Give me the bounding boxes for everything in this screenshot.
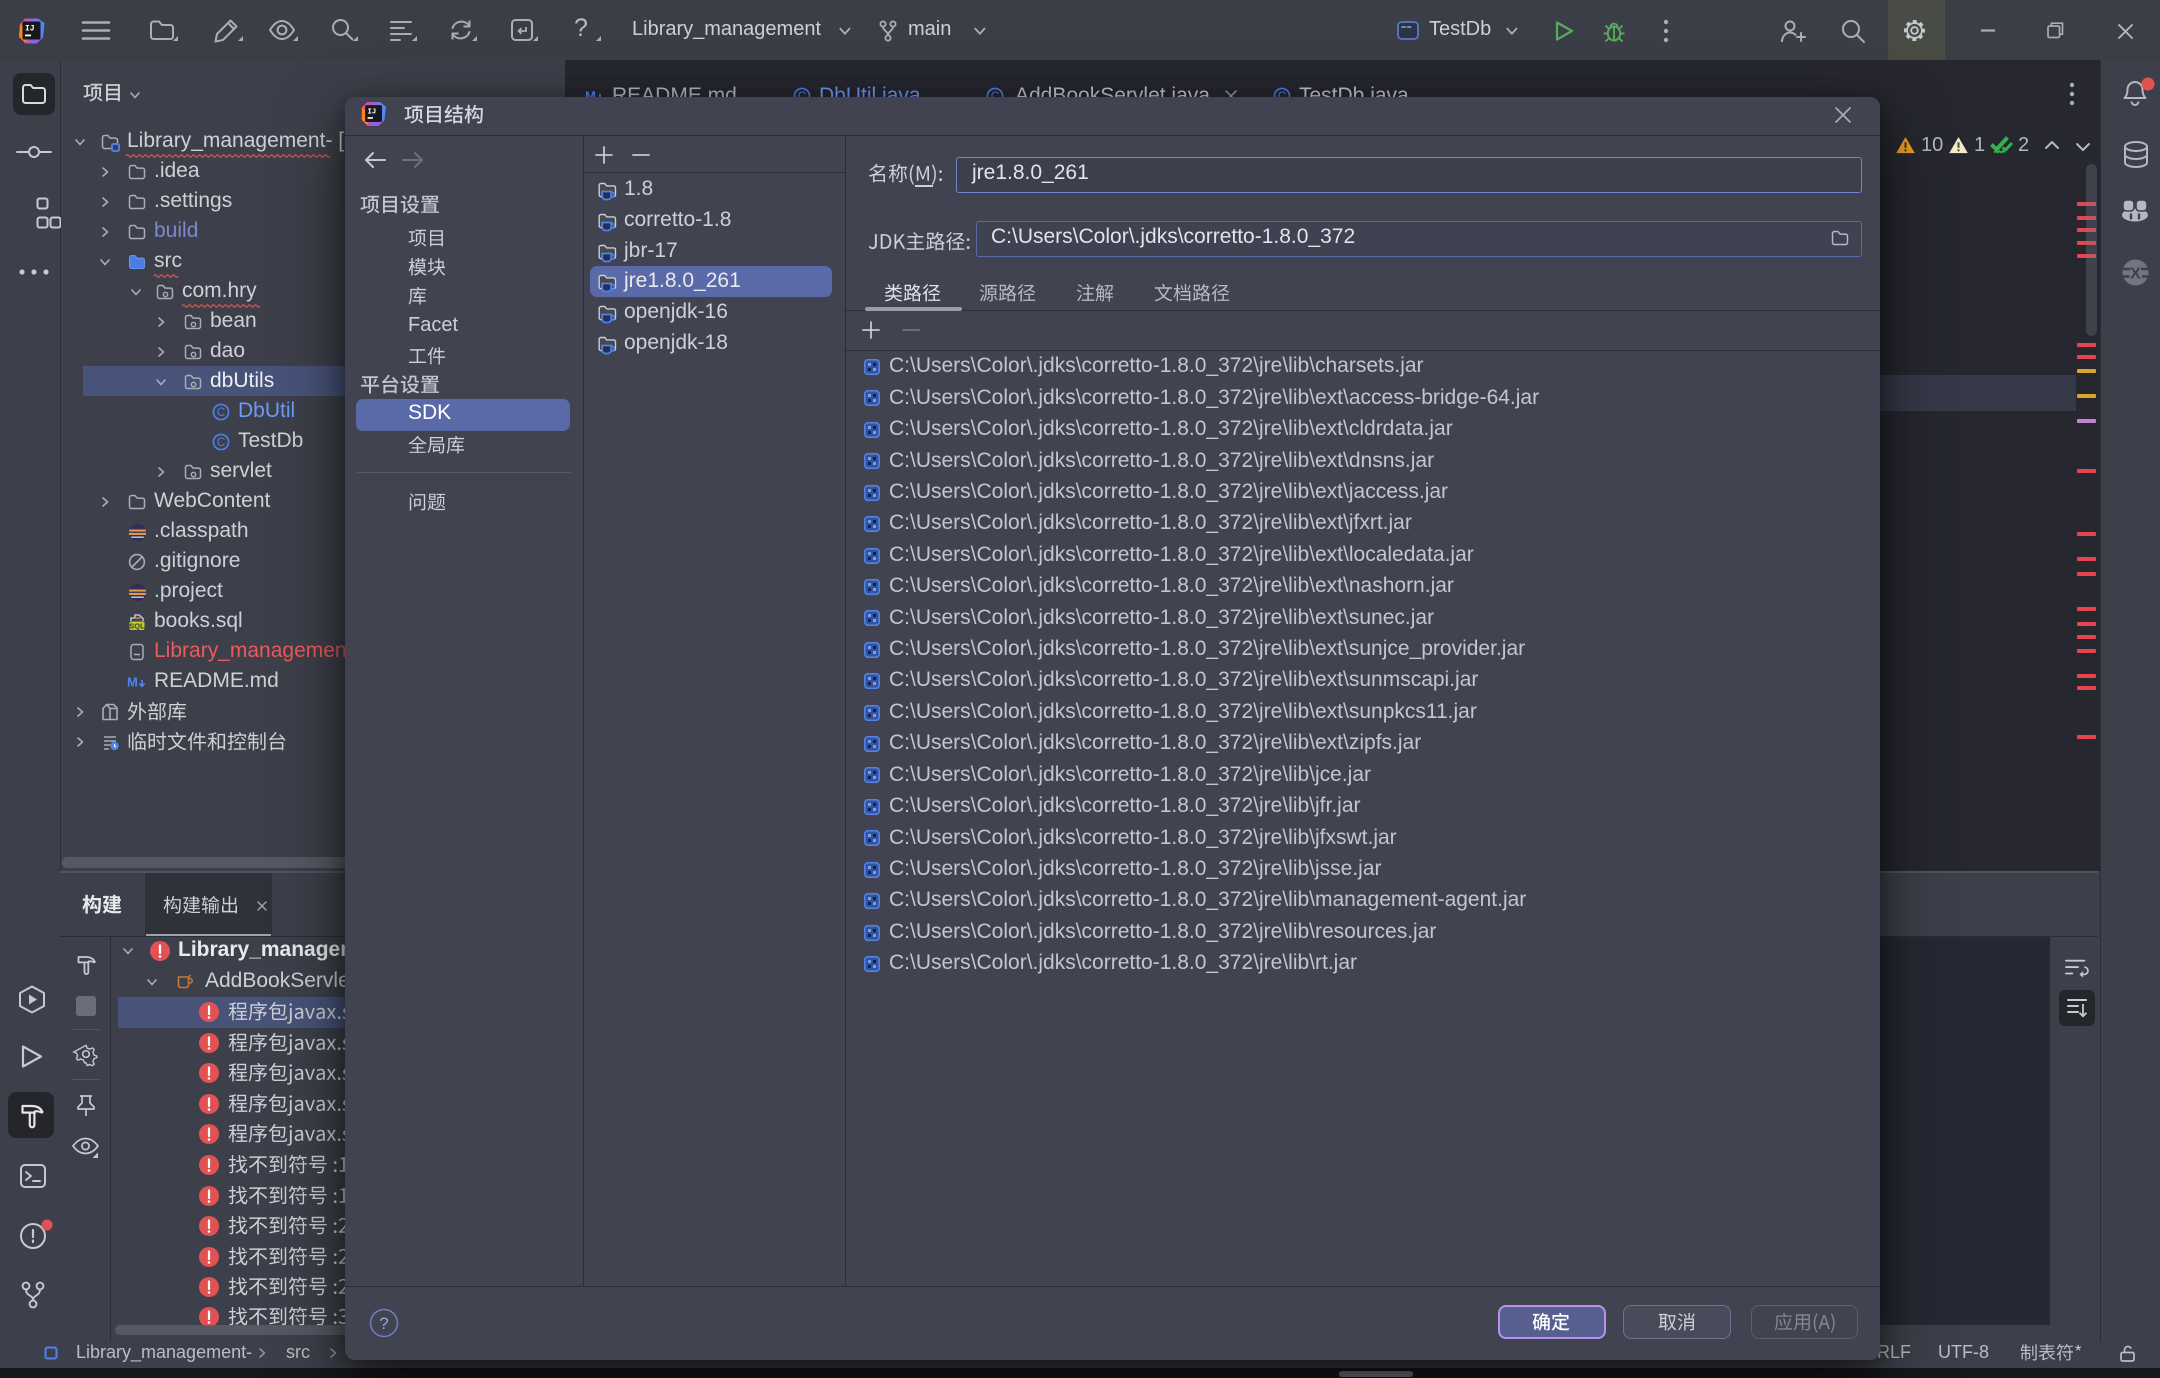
svg-text:X: X: [2130, 266, 2141, 283]
svg-text:SQL: SQL: [129, 622, 145, 631]
svg-text:?: ?: [379, 1314, 388, 1333]
svg-text:C: C: [217, 437, 225, 449]
svg-text:C: C: [217, 407, 225, 419]
svg-text:IJ: IJ: [368, 109, 377, 117]
svg-text:IJ: IJ: [25, 25, 35, 34]
svg-text:M: M: [127, 675, 138, 690]
